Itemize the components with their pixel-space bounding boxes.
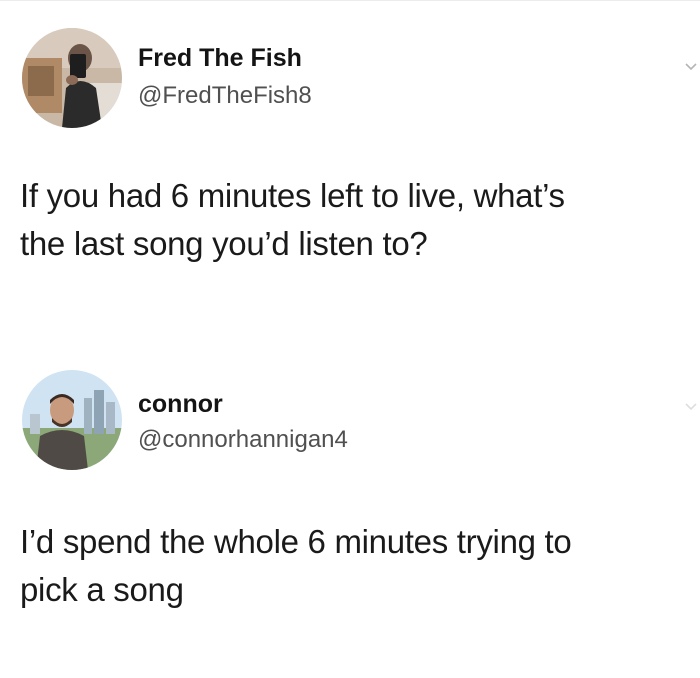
avatar-fred[interactable] bbox=[22, 28, 122, 128]
display-name[interactable]: Fred The Fish bbox=[138, 44, 302, 73]
user-handle[interactable]: @connorhannigan4 bbox=[138, 426, 348, 454]
user-handle[interactable]: @FredTheFish8 bbox=[138, 82, 312, 110]
tweet-text: If you had 6 minutes left to live, what’… bbox=[20, 172, 690, 268]
tweet-text-line: I’d spend the whole 6 minutes trying to bbox=[20, 523, 572, 560]
chevron-down-icon[interactable] bbox=[684, 400, 698, 414]
tweet-text: I’d spend the whole 6 minutes trying to … bbox=[20, 518, 690, 614]
avatar-connor[interactable] bbox=[22, 370, 122, 470]
chevron-down-icon[interactable] bbox=[684, 60, 698, 74]
profile-photo-icon bbox=[22, 370, 122, 470]
tweet-text-line: If you had 6 minutes left to live, what’… bbox=[20, 177, 565, 214]
display-name[interactable]: connor bbox=[138, 390, 223, 419]
top-divider bbox=[0, 0, 700, 1]
profile-photo-icon bbox=[22, 28, 122, 128]
tweet-text-line: pick a song bbox=[20, 571, 184, 608]
tweet-text-line: the last song you’d listen to? bbox=[20, 225, 428, 262]
